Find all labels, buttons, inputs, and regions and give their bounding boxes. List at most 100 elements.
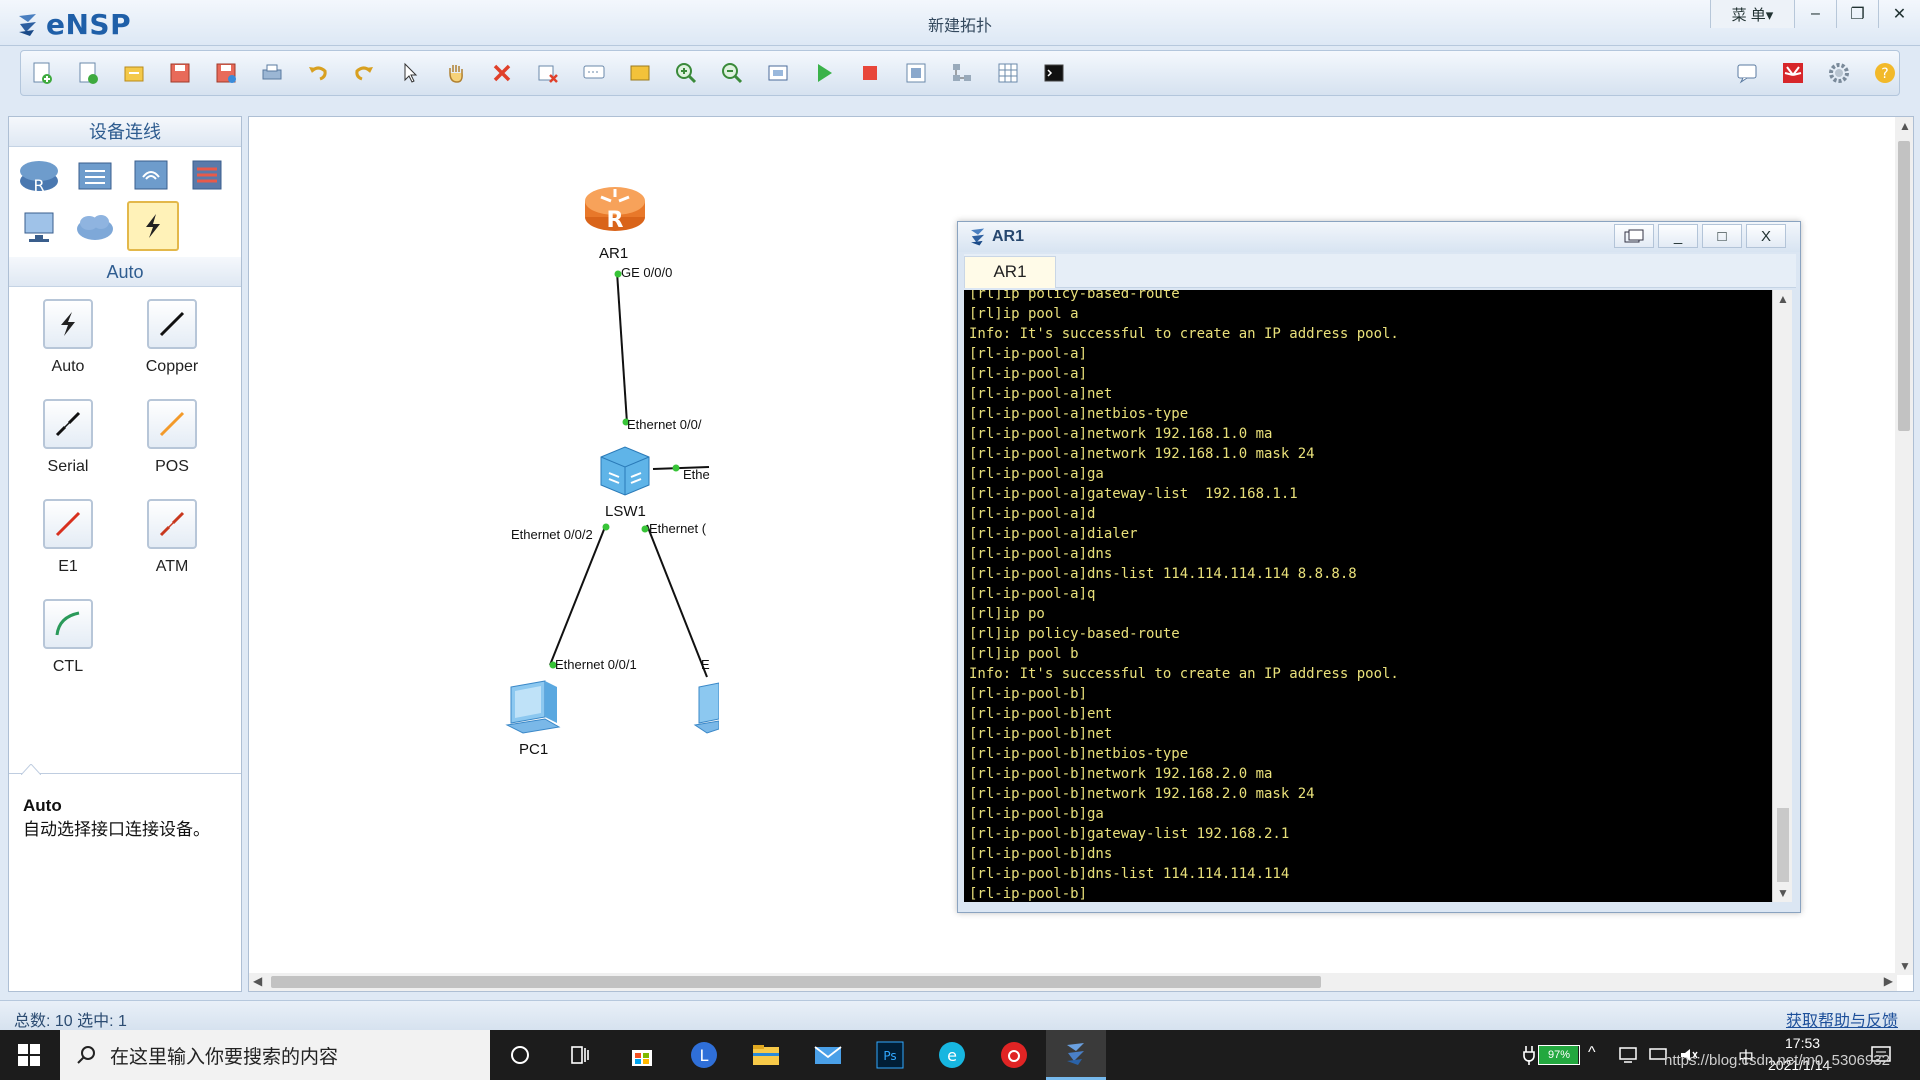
- console-line: [rl-ip-pool-a]network 192.168.1.0 mask 2…: [969, 446, 1315, 462]
- scroll-right-icon[interactable]: ▶: [1884, 974, 1893, 988]
- store-icon[interactable]: [612, 1030, 672, 1080]
- cable-serial[interactable]: Serial: [23, 399, 113, 476]
- pc1-icon[interactable]: [501, 677, 567, 737]
- browser-e-icon[interactable]: e: [922, 1030, 982, 1080]
- canvas-vertical-scrollbar[interactable]: ▲ ▼: [1895, 117, 1913, 975]
- cloud-category-icon[interactable]: [71, 205, 119, 249]
- port-label: GE 0/0/0: [621, 265, 673, 280]
- network-icon[interactable]: [1618, 1046, 1638, 1064]
- console-line: [rl-ip-pool-b]network 192.168.2.0 mask 2…: [969, 786, 1315, 802]
- palette-icon[interactable]: [626, 60, 654, 86]
- scroll-up-icon[interactable]: ▲: [1899, 119, 1911, 133]
- cortana-icon[interactable]: [490, 1030, 550, 1080]
- cable-copper[interactable]: Copper: [127, 299, 217, 376]
- mail-icon[interactable]: [798, 1030, 858, 1080]
- chat-icon[interactable]: [1733, 60, 1761, 86]
- console-titlebar[interactable]: AR1 _ □ X: [958, 222, 1800, 252]
- photoshop-icon[interactable]: Ps: [860, 1030, 920, 1080]
- huawei-icon[interactable]: [1779, 60, 1807, 86]
- console-scrollbar[interactable]: ▲ ▼: [1772, 290, 1792, 902]
- open-icon[interactable]: [120, 60, 148, 86]
- console-scroll-thumb[interactable]: [1777, 808, 1789, 882]
- minimize-button[interactable]: –: [1794, 0, 1836, 28]
- switch-category-icon[interactable]: [71, 153, 119, 197]
- tray-expand-icon[interactable]: ^: [1588, 1044, 1596, 1062]
- router-ar1-icon[interactable]: R: [583, 179, 647, 235]
- router-category-icon[interactable]: R: [15, 153, 63, 197]
- pan-hand-icon[interactable]: [442, 60, 470, 86]
- stop-device-icon[interactable]: [856, 60, 884, 86]
- grid-icon[interactable]: [994, 60, 1022, 86]
- switch-lsw1-icon[interactable]: [595, 443, 655, 499]
- pc-category-icon[interactable]: [15, 205, 63, 249]
- wlan-category-icon[interactable]: [127, 153, 175, 197]
- search-icon: [77, 1046, 95, 1064]
- scroll-down-icon[interactable]: ▼: [1777, 886, 1789, 900]
- console-icon[interactable]: [1040, 60, 1068, 86]
- console-detach-button[interactable]: [1614, 224, 1654, 248]
- redo-icon[interactable]: [350, 60, 378, 86]
- console-tab-ar1[interactable]: AR1: [964, 256, 1056, 288]
- scroll-left-icon[interactable]: ◀: [253, 974, 262, 988]
- cable-atm[interactable]: ATM: [127, 499, 217, 576]
- canvas-horizontal-scrollbar[interactable]: ◀ ▶: [249, 973, 1897, 991]
- windows-taskbar: 在这里输入你要搜索的内容 L Ps e 97% ^ 中 17:53 2021/1…: [0, 1030, 1920, 1080]
- start-button[interactable]: [0, 1030, 58, 1080]
- scroll-up-icon[interactable]: ▲: [1777, 292, 1789, 306]
- pointer-arrow-icon: [21, 764, 41, 775]
- battery-indicator[interactable]: 97%: [1538, 1045, 1580, 1065]
- cable-ctl[interactable]: CTL: [23, 599, 113, 676]
- console-line: [rl-ip-pool-b]ent: [969, 706, 1113, 722]
- new-topology-icon[interactable]: [28, 60, 56, 86]
- topology-icon[interactable]: [948, 60, 976, 86]
- netease-music-icon[interactable]: [984, 1030, 1044, 1080]
- console-line: Info: It's successful to create an IP ad…: [969, 666, 1399, 682]
- file-explorer-icon[interactable]: [736, 1030, 796, 1080]
- connection-category-icon[interactable]: [127, 201, 179, 251]
- undo-icon[interactable]: [304, 60, 332, 86]
- fit-view-icon[interactable]: [764, 60, 792, 86]
- help-feedback-link[interactable]: 获取帮助与反馈: [1786, 1007, 1898, 1031]
- delete-link-icon[interactable]: [534, 60, 562, 86]
- pc2-icon[interactable]: [689, 677, 719, 737]
- window-controls: 菜 单▾ – ❐ ✕: [1710, 0, 1920, 30]
- close-button[interactable]: ✕: [1878, 0, 1920, 28]
- horizontal-scroll-thumb[interactable]: [271, 976, 1321, 988]
- console-line: Info: It's successful to create an IP ad…: [969, 326, 1399, 342]
- ensp-taskbar-icon[interactable]: [1046, 1030, 1106, 1080]
- start-device-icon[interactable]: [810, 60, 838, 86]
- task-view-icon[interactable]: [550, 1030, 610, 1080]
- console-close-button[interactable]: X: [1746, 224, 1786, 248]
- capture-icon[interactable]: [902, 60, 930, 86]
- restore-button[interactable]: ❐: [1836, 0, 1878, 28]
- save-icon[interactable]: [166, 60, 194, 86]
- clock-time[interactable]: 17:53: [1785, 1035, 1820, 1051]
- new-project-icon[interactable]: [74, 60, 102, 86]
- scroll-down-icon[interactable]: ▼: [1899, 959, 1911, 973]
- settings-gear-icon[interactable]: [1825, 60, 1853, 86]
- vertical-scroll-thumb[interactable]: [1898, 141, 1910, 431]
- help-icon[interactable]: ?: [1871, 60, 1899, 86]
- save-as-icon[interactable]: [212, 60, 240, 86]
- ensp-logo-icon: [19, 13, 36, 36]
- firewall-category-icon[interactable]: [183, 153, 231, 197]
- taskbar-search[interactable]: 在这里输入你要搜索的内容: [60, 1030, 490, 1080]
- console-maximize-button[interactable]: □: [1702, 224, 1742, 248]
- serial-cable-icon: [43, 399, 93, 449]
- device-category-grid: R: [9, 147, 241, 257]
- zoom-in-icon[interactable]: [672, 60, 700, 86]
- select-pointer-icon[interactable]: [396, 60, 424, 86]
- console-output[interactable]: [rl]ip policy-based-route [rl]ip pool a In…: [964, 290, 1772, 902]
- print-icon[interactable]: [258, 60, 286, 86]
- l-app-icon[interactable]: L: [674, 1030, 734, 1080]
- topology-canvas[interactable]: R AR1 GE 0/0/0 LSW1 Ethernet 0/0/ Ethe E…: [248, 116, 1914, 992]
- delete-icon[interactable]: [488, 60, 516, 86]
- cable-e1[interactable]: E1: [23, 499, 113, 576]
- text-label-icon[interactable]: [580, 60, 608, 86]
- zoom-out-icon[interactable]: [718, 60, 746, 86]
- cable-pos[interactable]: POS: [127, 399, 217, 476]
- console-minimize-button[interactable]: _: [1658, 224, 1698, 248]
- main-menu-button[interactable]: 菜 单▾: [1710, 0, 1794, 28]
- windows-logo-icon: [18, 1044, 40, 1066]
- cable-auto[interactable]: Auto: [23, 299, 113, 376]
